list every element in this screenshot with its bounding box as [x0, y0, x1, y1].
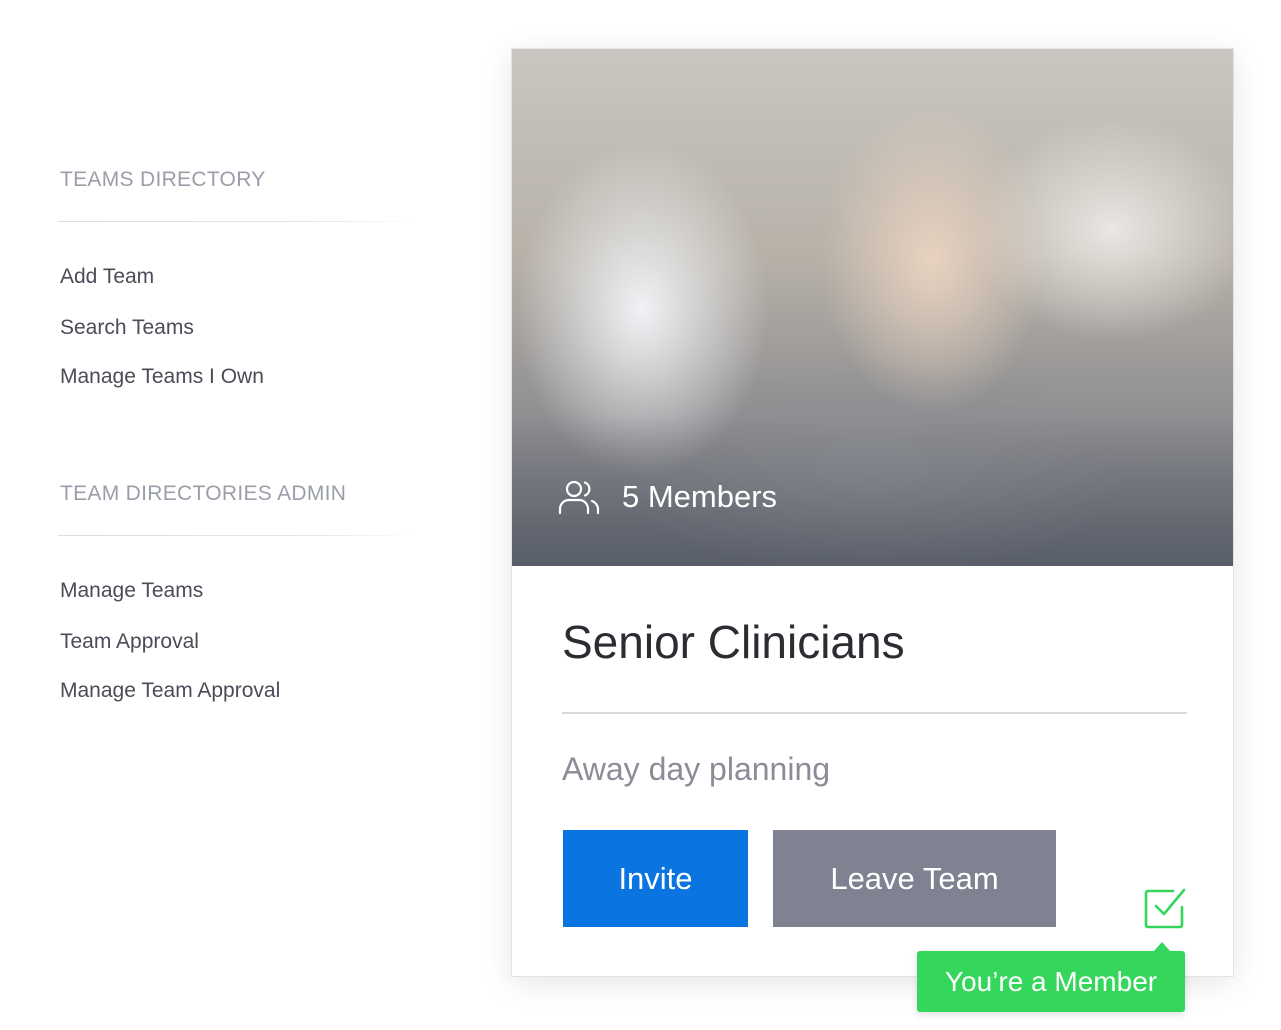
checkbox-checked-icon [1144, 888, 1186, 929]
invite-button[interactable]: Invite [563, 830, 748, 927]
section-divider [58, 221, 418, 222]
title-divider [562, 712, 1187, 714]
users-icon [558, 480, 600, 515]
member-status-badge: You’re a Member [917, 942, 1185, 1012]
nav-add-team[interactable]: Add Team [60, 265, 154, 289]
nav-manage-teams-i-own[interactable]: Manage Teams I Own [60, 365, 264, 389]
members-label: 5 Members [622, 479, 778, 514]
team-description: Away day planning [562, 751, 831, 787]
nav-manage-team-approval[interactable]: Manage Team Approval [60, 679, 280, 703]
team-photo: 5 Members [512, 49, 1233, 566]
members-count: 5 Members [558, 479, 777, 515]
section-title-team-directories-admin: TEAM DIRECTORIES ADMIN [60, 482, 347, 505]
nav-manage-teams[interactable]: Manage Teams [60, 579, 203, 603]
team-card: 5 Members Senior Clinicians Away day pla… [511, 48, 1234, 977]
nav-team-approval[interactable]: Team Approval [60, 630, 199, 654]
section-divider [58, 535, 418, 536]
nav-search-teams[interactable]: Search Teams [60, 316, 194, 340]
section-title-teams-directory: TEAMS DIRECTORY [60, 168, 266, 191]
team-title: Senior Clinicians [562, 616, 905, 668]
leave-team-button[interactable]: Leave Team [773, 830, 1056, 927]
